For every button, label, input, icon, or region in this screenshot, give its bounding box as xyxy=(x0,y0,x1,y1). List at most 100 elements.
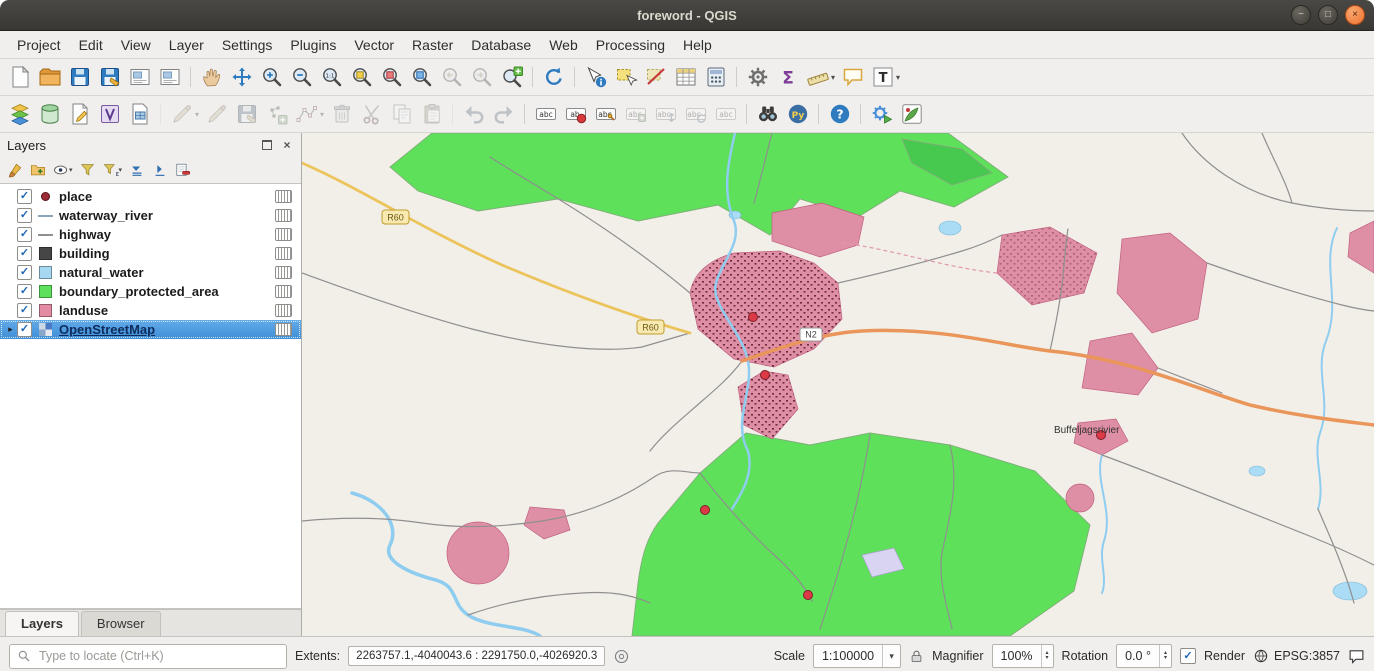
map-canvas[interactable]: R60 R60 N2 Buffeljagsrivier xyxy=(302,133,1374,636)
layer-highway[interactable]: highway xyxy=(0,225,301,244)
vertex-tool-button[interactable] xyxy=(293,99,326,129)
rotate-label-button[interactable] xyxy=(682,99,710,129)
layer-boundary-protected-area[interactable]: boundary_protected_area xyxy=(0,282,301,301)
menu-vector[interactable]: Vector xyxy=(345,34,403,56)
layer-natural-water[interactable]: natural_water xyxy=(0,263,301,282)
python-console-button[interactable] xyxy=(784,99,812,129)
field-calculator-button[interactable] xyxy=(702,62,730,92)
paste-features-button[interactable] xyxy=(418,99,446,129)
save-project-as-button[interactable] xyxy=(96,62,124,92)
tab-browser[interactable]: Browser xyxy=(81,611,161,636)
select-features-button[interactable] xyxy=(612,62,640,92)
layer-labeling-button[interactable] xyxy=(532,99,560,129)
redo-button[interactable] xyxy=(490,99,518,129)
metasearch-button[interactable] xyxy=(754,99,782,129)
pin-labels-button[interactable] xyxy=(622,99,650,129)
layer-indicator-icon[interactable] xyxy=(275,304,292,317)
zoom-full-button[interactable] xyxy=(348,62,376,92)
chevron-down-icon[interactable] xyxy=(882,645,900,667)
menu-processing[interactable]: Processing xyxy=(587,34,674,56)
scale-lock-icon[interactable] xyxy=(909,649,924,664)
layer-indicator-icon[interactable] xyxy=(275,323,292,336)
layer-visibility-checkbox[interactable] xyxy=(17,227,32,242)
delete-selected-button[interactable] xyxy=(328,99,356,129)
new-shapefile-layer-button[interactable] xyxy=(66,99,94,129)
open-project-button[interactable] xyxy=(36,62,64,92)
maximize-button[interactable]: □ xyxy=(1318,5,1338,25)
layer-expand-arrow[interactable]: ▸ xyxy=(4,324,17,335)
layer-indicator-icon[interactable] xyxy=(275,266,292,279)
panel-close-icon[interactable] xyxy=(280,138,294,152)
layer-visibility-checkbox[interactable] xyxy=(17,265,32,280)
help-contents-button[interactable] xyxy=(826,99,854,129)
grass-tools-button[interactable] xyxy=(898,99,926,129)
menu-edit[interactable]: Edit xyxy=(70,34,112,56)
layer-visibility-checkbox[interactable] xyxy=(17,246,32,261)
layer-building[interactable]: building xyxy=(0,244,301,263)
add-group-button[interactable] xyxy=(27,160,49,180)
manage-map-themes-button[interactable] xyxy=(50,160,76,180)
highlight-pinned-labels-button[interactable] xyxy=(592,99,620,129)
rotation-spinbox[interactable]: 0.0 ° xyxy=(1116,644,1172,668)
title-bar[interactable]: foreword - QGIS −□× xyxy=(0,0,1374,31)
save-project-button[interactable] xyxy=(66,62,94,92)
identify-features-button[interactable] xyxy=(582,62,610,92)
menu-database[interactable]: Database xyxy=(462,34,540,56)
refresh-button[interactable] xyxy=(540,62,568,92)
menu-layer[interactable]: Layer xyxy=(160,34,213,56)
zoom-next-button[interactable] xyxy=(468,62,496,92)
extent-refresh-button[interactable] xyxy=(613,648,630,665)
zoom-to-layer-button[interactable] xyxy=(408,62,436,92)
panel-float-icon[interactable] xyxy=(260,138,274,152)
layer-place[interactable]: place xyxy=(0,187,301,206)
filter-by-expression-button[interactable] xyxy=(100,160,126,180)
menu-settings[interactable]: Settings xyxy=(213,34,282,56)
layer-indicator-icon[interactable] xyxy=(275,285,292,298)
minimize-button[interactable]: − xyxy=(1291,5,1311,25)
layer-visibility-checkbox[interactable] xyxy=(17,322,32,337)
data-source-manager-button[interactable] xyxy=(6,99,34,129)
map-tips-button[interactable] xyxy=(839,62,867,92)
layer-visibility-checkbox[interactable] xyxy=(17,284,32,299)
magnifier-spinbox[interactable]: 100% xyxy=(992,644,1054,668)
render-checkbox[interactable] xyxy=(1180,648,1196,664)
layer-visibility-checkbox[interactable] xyxy=(17,208,32,223)
deselect-features-button[interactable] xyxy=(642,62,670,92)
layer-indicator-icon[interactable] xyxy=(275,228,292,241)
open-layer-styling-button[interactable] xyxy=(4,160,26,180)
current-edits-button[interactable] xyxy=(168,99,201,129)
add-feature-button[interactable] xyxy=(263,99,291,129)
new-temporary-scratch-layer-button[interactable] xyxy=(126,99,154,129)
tab-layers[interactable]: Layers xyxy=(5,611,79,636)
crs-status-button[interactable]: EPSG:3857 xyxy=(1253,648,1340,664)
layer-diagram-button[interactable] xyxy=(562,99,590,129)
copy-features-button[interactable] xyxy=(388,99,416,129)
zoom-to-selection-button[interactable] xyxy=(378,62,406,92)
layer-visibility-checkbox[interactable] xyxy=(17,189,32,204)
toggle-editing-button[interactable] xyxy=(203,99,231,129)
spin-arrows-icon[interactable] xyxy=(1041,645,1053,667)
locator-input[interactable] xyxy=(37,648,279,664)
change-label-button[interactable] xyxy=(712,99,740,129)
cut-features-button[interactable] xyxy=(358,99,386,129)
statistical-summary-button[interactable] xyxy=(774,62,802,92)
layer-indicator-icon[interactable] xyxy=(275,190,292,203)
zoom-in-button[interactable] xyxy=(258,62,286,92)
zoom-last-button[interactable] xyxy=(438,62,466,92)
remove-layer-button[interactable] xyxy=(172,160,194,180)
new-print-layout-button[interactable] xyxy=(126,62,154,92)
menu-raster[interactable]: Raster xyxy=(403,34,462,56)
zoom-out-button[interactable] xyxy=(288,62,316,92)
new-geopackage-layer-button[interactable] xyxy=(36,99,64,129)
move-label-button[interactable] xyxy=(652,99,680,129)
menu-web[interactable]: Web xyxy=(540,34,587,56)
expand-all-button[interactable] xyxy=(126,160,148,180)
new-map-view-button[interactable] xyxy=(498,62,526,92)
new-spatialite-layer-button[interactable] xyxy=(96,99,124,129)
open-attribute-table-button[interactable] xyxy=(672,62,700,92)
layer-visibility-checkbox[interactable] xyxy=(17,303,32,318)
undo-button[interactable] xyxy=(460,99,488,129)
zoom-native-button[interactable] xyxy=(318,62,346,92)
collapse-all-button[interactable] xyxy=(149,160,171,180)
layer-indicator-icon[interactable] xyxy=(275,247,292,260)
